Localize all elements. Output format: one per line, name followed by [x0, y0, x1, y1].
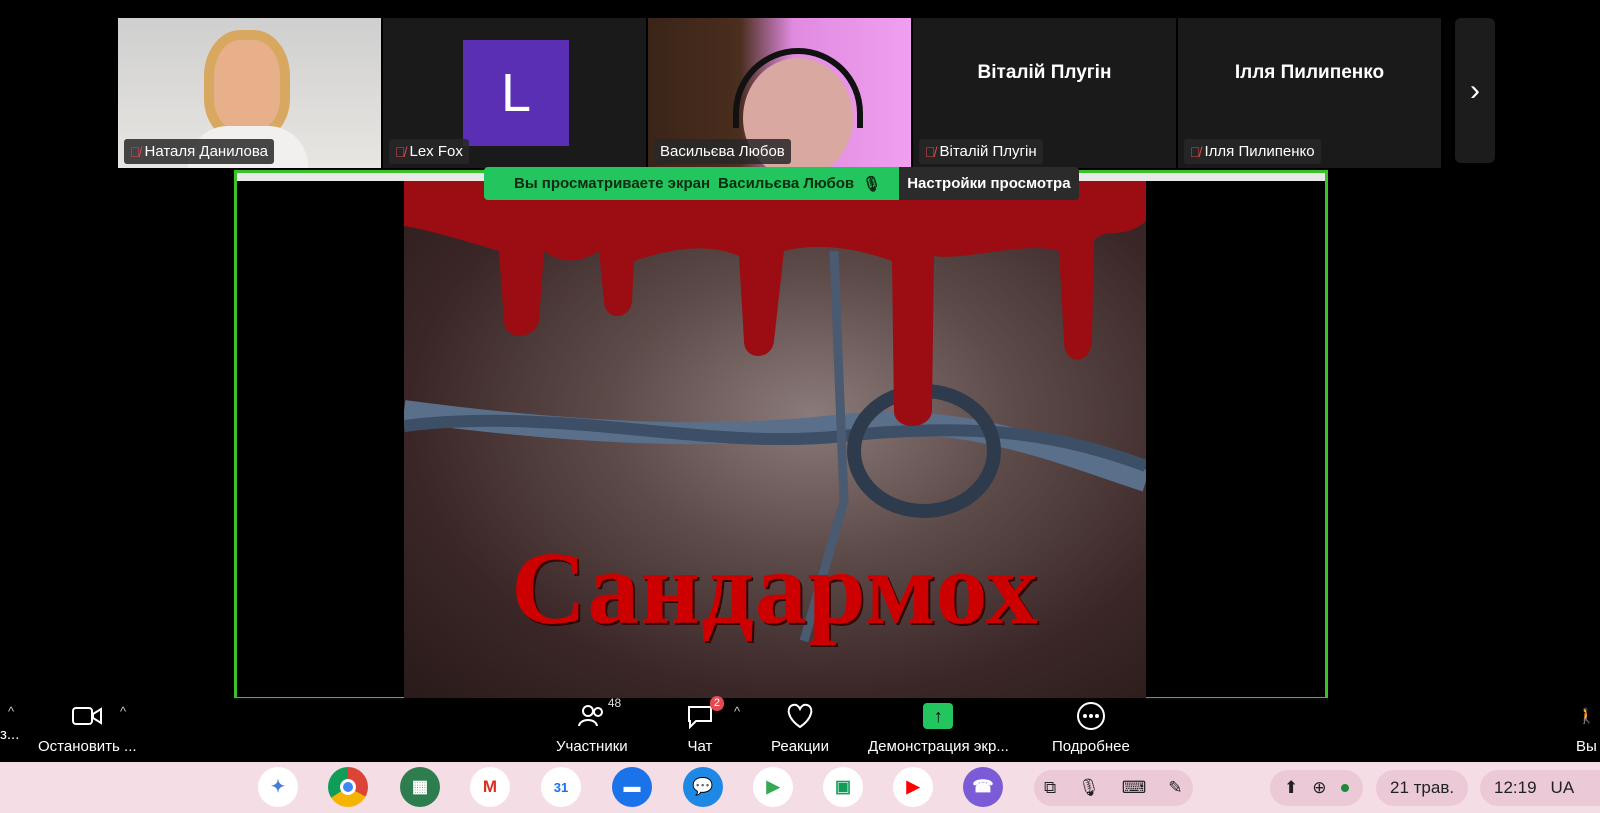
participant-name-badge: 🎙̸ Lex Fox — [389, 139, 469, 164]
more-dots-icon — [1076, 702, 1106, 730]
mic-muted-icon: 🎙̸ — [925, 143, 936, 160]
system-shelf: ✦ ▦ M 31 ▬ 💬 ▶ ▣ ▶ ☎ ⧉ 🎙 ⌨ ✎ ⬆ ⊕ 21 трав… — [0, 762, 1600, 813]
chevron-up-icon[interactable]: ^ — [120, 704, 126, 719]
share-screen-button[interactable]: ↑ Демонстрация экр... — [868, 702, 1009, 755]
participant-tile[interactable]: 🎙̸ Наталя Данилова — [118, 18, 381, 168]
view-settings-button[interactable]: Настройки просмотра — [899, 167, 1079, 200]
tray-tools: ⧉ 🎙 ⌨ ✎ — [1034, 770, 1193, 806]
more-button[interactable]: Подробнее — [1052, 702, 1130, 755]
chat-unread-badge: 2 — [709, 696, 724, 711]
mic-muted-icon: 🎙̸ — [130, 143, 141, 160]
apps-grid-icon[interactable]: ▦ — [400, 767, 440, 807]
files-icon[interactable]: ▬ — [612, 767, 652, 807]
participants-count: 48 — [607, 696, 622, 710]
viber-icon[interactable]: ☎ — [963, 767, 1003, 807]
chat-icon: 2 — [686, 696, 724, 730]
recording-dot-icon — [1340, 784, 1349, 792]
calendar-icon[interactable]: 31 — [541, 767, 581, 807]
mic-muted-icon: 🎙̸ — [395, 143, 406, 160]
chevron-up-icon[interactable]: ^ — [734, 704, 740, 719]
blood-drip-image — [404, 181, 1146, 426]
chrome-icon[interactable] — [328, 767, 368, 807]
next-page-arrow-icon[interactable]: › — [1455, 18, 1495, 163]
slide-title: Сандармох — [511, 531, 1039, 646]
viewing-screen-label: Вы просматриваете экран Васильєва Любов … — [484, 167, 900, 200]
participant-strip: 🎙̸ Наталя Данилова L 🎙̸ Lex Fox Васильєва … — [118, 18, 1443, 168]
video-camera-icon — [72, 702, 103, 730]
exit-icon: 🚶 — [1577, 708, 1596, 725]
share-banner: Вы просматриваете экран Васильєва Любов … — [484, 167, 1079, 200]
pen-icon[interactable]: ✎ — [1168, 778, 1182, 798]
microphone-icon[interactable]: 🎙 — [1078, 778, 1100, 798]
play-store-icon[interactable]: ▶ — [753, 767, 793, 807]
participant-tile[interactable]: Ілля Пилипенко 🎙̸ Ілля Пилипенко — [1178, 18, 1441, 168]
zoom-meeting-screen: 🎙̸ Наталя Данилова L 🎙̸ Lex Fox Васильєва … — [0, 0, 1600, 813]
participant-big-name: Ілля Пилипенко — [1234, 62, 1385, 83]
participant-tile[interactable]: Віталій Плугін 🎙̸ Віталій Плугін — [913, 18, 1176, 168]
status-indicators[interactable]: ⬆ ⊕ — [1270, 770, 1363, 806]
participant-name-badge: 🎙̸ Ілля Пилипенко — [1184, 139, 1321, 164]
participant-tile-active-speaker[interactable]: Васильєва Любов — [648, 18, 911, 168]
participant-tile[interactable]: L 🎙̸ Lex Fox — [383, 18, 646, 168]
youtube-icon[interactable]: ▶ — [893, 767, 933, 807]
reactions-button[interactable]: Реакции — [771, 702, 829, 755]
participant-name-badge: Васильєва Любов — [654, 139, 791, 164]
launcher-icon[interactable]: ✦ — [258, 767, 298, 807]
mute-button-partial[interactable]: з... — [0, 726, 19, 743]
gmail-icon[interactable]: M — [470, 767, 510, 807]
date-pill[interactable]: 21 трав. — [1376, 770, 1469, 806]
chevron-up-icon[interactable]: ^ — [8, 704, 14, 719]
leave-button-partial[interactable]: 🚶 Вы — [1576, 702, 1597, 755]
chat-button[interactable]: 2 Чат — [686, 696, 724, 755]
messages-icon[interactable]: 💬 — [683, 767, 723, 807]
heart-icon — [785, 702, 815, 730]
participants-button[interactable]: 48 Участники — [556, 696, 628, 755]
participant-big-name: Віталій Плугін — [977, 62, 1112, 83]
clock-pill[interactable]: 12:19 UA — [1480, 770, 1600, 806]
participants-icon: 48 — [577, 696, 621, 730]
avatar: L — [463, 40, 569, 146]
clipboard-icon[interactable]: ⧉ — [1044, 778, 1056, 798]
mic-muted-icon: 🎙̸ — [1190, 143, 1201, 160]
participant-name-badge: 🎙̸ Віталій Плугін — [919, 139, 1043, 164]
upload-icon: ⬆ — [1284, 778, 1299, 797]
mic-icon: 🎙 — [862, 175, 882, 193]
add-icon: ⊕ — [1312, 778, 1327, 797]
participant-name-badge: 🎙̸ Наталя Данилова — [124, 139, 275, 164]
presentation-slide: Сандармох — [404, 181, 1146, 700]
shared-screen: Сандармох — [234, 170, 1328, 700]
share-arrow-icon: ↑ — [923, 703, 954, 729]
meet-icon[interactable]: ▣ — [823, 767, 863, 807]
keyboard-icon[interactable]: ⌨ — [1122, 778, 1147, 798]
meeting-toolbar: ^ з... Остановить ... ^ 48 Участники 2 Ч… — [0, 696, 1600, 760]
